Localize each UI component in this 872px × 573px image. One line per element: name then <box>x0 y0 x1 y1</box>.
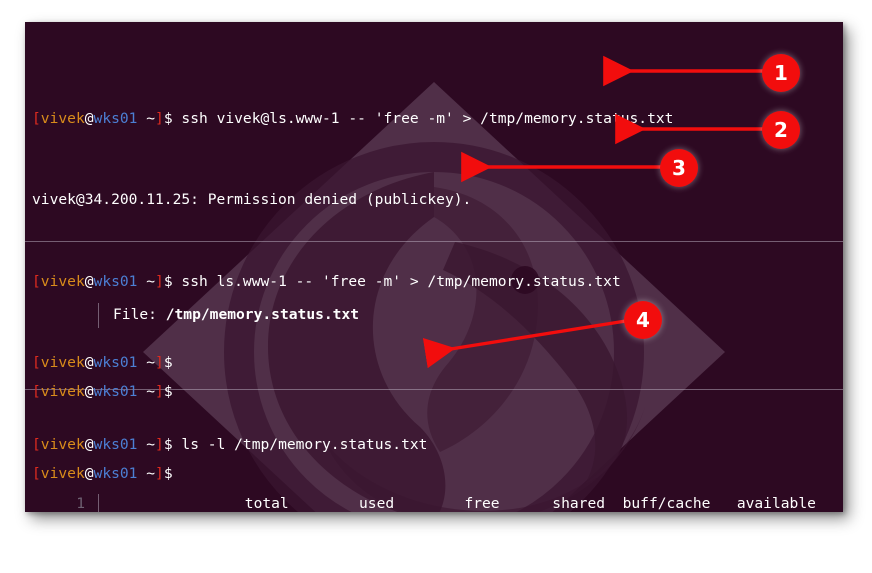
prompt-sigil: $ <box>163 109 173 127</box>
prompt-user: vivek <box>40 464 85 482</box>
prompt-host: wks01 <box>93 383 138 401</box>
prompt-close-bracket: ] <box>155 464 164 482</box>
prompt-cwd: ~ <box>137 383 156 401</box>
prompt-open-bracket: [ <box>32 383 41 401</box>
prompt-at: @ <box>84 109 94 127</box>
prompt-open-bracket: [ <box>32 464 41 482</box>
callout-badge-1: 1 <box>762 54 800 92</box>
callout-badge-4: 4 <box>624 301 662 339</box>
prompt-at: @ <box>84 464 94 482</box>
prompt-user: vivek <box>40 109 85 127</box>
screenshot-root: [vivek@wks01 ~]$ ssh vivek@ls.www-1 -- '… <box>0 0 872 573</box>
callout-badge-3: 3 <box>660 149 698 187</box>
terminal-line: [vivek@wks01 ~]$ <box>25 464 843 484</box>
batcat-top-rule <box>25 240 843 242</box>
prompt-host: wks01 <box>93 464 138 482</box>
terminal-window[interactable]: [vivek@wks01 ~]$ ssh vivek@ls.www-1 -- '… <box>25 22 843 512</box>
terminal-command: ssh vivek@ls.www-1 -- 'free -m' > /tmp/m… <box>172 109 674 127</box>
prompt-at: @ <box>84 383 94 401</box>
prompt-user: vivek <box>40 383 85 401</box>
prompt-sigil: $ <box>163 383 173 401</box>
prompt-host: wks01 <box>93 109 138 127</box>
prompt-open-bracket: [ <box>32 109 41 127</box>
prompt-close-bracket: ] <box>155 383 164 401</box>
prompt-close-bracket: ] <box>155 109 164 127</box>
prompt-cwd: ~ <box>137 109 156 127</box>
terminal-line: [vivek@wks01 ~]$ <box>25 382 843 402</box>
callout-badge-2: 2 <box>762 111 800 149</box>
prompt-cwd: ~ <box>137 464 156 482</box>
terminal-line: [vivek@wks01 ~]$ ssh vivek@ls.www-1 -- '… <box>25 109 843 129</box>
terminal-text-layer-bottom: [vivek@wks01 ~]$ [vivek@wks01 ~]$ [vivek… <box>25 321 843 512</box>
prompt-sigil: $ <box>163 464 173 482</box>
